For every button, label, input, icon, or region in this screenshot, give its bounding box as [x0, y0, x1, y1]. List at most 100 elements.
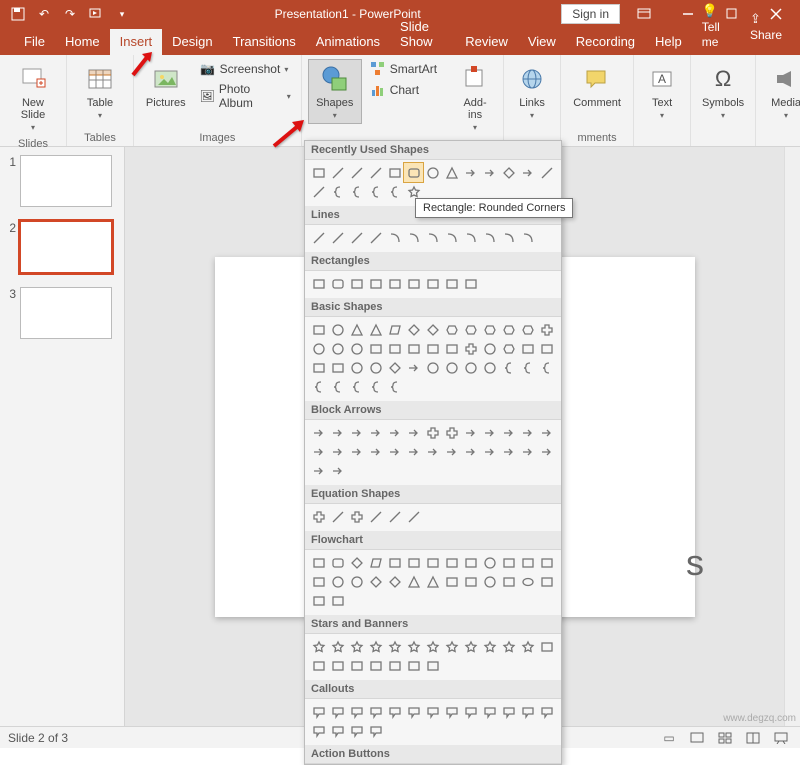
shape-item[interactable] — [347, 377, 366, 396]
shape-item[interactable] — [347, 656, 366, 675]
shape-item[interactable] — [404, 423, 423, 442]
shape-item[interactable] — [518, 423, 537, 442]
shape-item[interactable] — [461, 339, 480, 358]
shape-item[interactable] — [309, 339, 328, 358]
shape-item[interactable] — [461, 163, 480, 182]
shape-item[interactable] — [442, 228, 461, 247]
shape-item[interactable] — [347, 423, 366, 442]
shape-item[interactable] — [385, 572, 404, 591]
shape-item[interactable] — [442, 320, 461, 339]
shape-item[interactable] — [366, 339, 385, 358]
shape-item[interactable] — [309, 637, 328, 656]
shape-item[interactable] — [499, 339, 518, 358]
shape-item[interactable] — [404, 358, 423, 377]
shape-item[interactable] — [309, 423, 328, 442]
shape-item[interactable] — [385, 702, 404, 721]
shape-item[interactable] — [347, 163, 366, 182]
shape-item[interactable] — [366, 442, 385, 461]
shape-item[interactable] — [480, 423, 499, 442]
slideshow-view-icon[interactable] — [770, 729, 792, 747]
shape-item[interactable] — [366, 274, 385, 293]
shape-item[interactable] — [499, 423, 518, 442]
shape-item[interactable] — [404, 553, 423, 572]
shape-item[interactable] — [385, 320, 404, 339]
shape-item[interactable] — [328, 591, 347, 610]
shape-item[interactable] — [442, 572, 461, 591]
shape-item[interactable] — [404, 163, 423, 182]
shape-item[interactable] — [480, 228, 499, 247]
tab-slideshow[interactable]: Slide Show — [390, 14, 455, 55]
shape-item[interactable] — [366, 377, 385, 396]
shape-item[interactable] — [537, 339, 556, 358]
reading-view-icon[interactable] — [742, 729, 764, 747]
shape-item[interactable] — [347, 358, 366, 377]
shape-item[interactable] — [537, 320, 556, 339]
shape-item[interactable] — [442, 339, 461, 358]
shape-item[interactable] — [309, 228, 328, 247]
shape-item[interactable] — [423, 702, 442, 721]
shape-item[interactable] — [404, 320, 423, 339]
shape-item[interactable] — [385, 656, 404, 675]
shape-item[interactable] — [499, 572, 518, 591]
shape-item[interactable] — [347, 182, 366, 201]
shape-item[interactable] — [423, 423, 442, 442]
shape-item[interactable] — [537, 358, 556, 377]
tab-animations[interactable]: Animations — [306, 29, 390, 55]
tell-me[interactable]: 💡 Tell me — [692, 0, 740, 55]
save-icon[interactable] — [6, 2, 30, 26]
sign-in-button[interactable]: Sign in — [561, 4, 620, 24]
shape-item[interactable] — [366, 553, 385, 572]
shape-item[interactable] — [328, 721, 347, 740]
shape-item[interactable] — [385, 637, 404, 656]
shape-item[interactable] — [309, 442, 328, 461]
shape-item[interactable] — [404, 507, 423, 526]
shape-item[interactable] — [442, 358, 461, 377]
shape-item[interactable] — [518, 572, 537, 591]
shape-item[interactable] — [480, 358, 499, 377]
shape-item[interactable] — [499, 553, 518, 572]
screenshot-button[interactable]: 📷 Screenshot ▾ — [196, 59, 295, 79]
shape-item[interactable] — [499, 163, 518, 182]
shape-item[interactable] — [328, 182, 347, 201]
shape-item[interactable] — [347, 637, 366, 656]
shape-item[interactable] — [442, 637, 461, 656]
shape-item[interactable] — [309, 182, 328, 201]
tab-design[interactable]: Design — [162, 29, 222, 55]
shape-item[interactable] — [423, 274, 442, 293]
shape-item[interactable] — [385, 274, 404, 293]
shape-item[interactable] — [442, 553, 461, 572]
shape-item[interactable] — [404, 572, 423, 591]
normal-view-icon[interactable] — [686, 729, 708, 747]
shape-item[interactable] — [518, 228, 537, 247]
shape-item[interactable] — [328, 228, 347, 247]
shape-item[interactable] — [309, 591, 328, 610]
shape-item[interactable] — [480, 339, 499, 358]
shape-item[interactable] — [328, 339, 347, 358]
shape-item[interactable] — [518, 320, 537, 339]
shape-item[interactable] — [442, 274, 461, 293]
shape-item[interactable] — [537, 423, 556, 442]
shape-item[interactable] — [442, 702, 461, 721]
shape-item[interactable] — [423, 228, 442, 247]
shape-item[interactable] — [309, 377, 328, 396]
shape-item[interactable] — [499, 358, 518, 377]
shape-item[interactable] — [480, 442, 499, 461]
shape-item[interactable] — [423, 442, 442, 461]
shape-item[interactable] — [328, 572, 347, 591]
shape-item[interactable] — [461, 228, 480, 247]
shape-item[interactable] — [537, 163, 556, 182]
shape-item[interactable] — [499, 442, 518, 461]
shape-item[interactable] — [480, 320, 499, 339]
shape-item[interactable] — [385, 507, 404, 526]
shape-item[interactable] — [461, 423, 480, 442]
shape-item[interactable] — [347, 507, 366, 526]
shape-item[interactable] — [423, 637, 442, 656]
shape-item[interactable] — [328, 507, 347, 526]
shape-item[interactable] — [347, 320, 366, 339]
shape-item[interactable] — [328, 274, 347, 293]
shape-item[interactable] — [366, 163, 385, 182]
shape-item[interactable] — [385, 442, 404, 461]
shape-item[interactable] — [347, 442, 366, 461]
tab-recording[interactable]: Recording — [566, 29, 645, 55]
shape-item[interactable] — [423, 656, 442, 675]
